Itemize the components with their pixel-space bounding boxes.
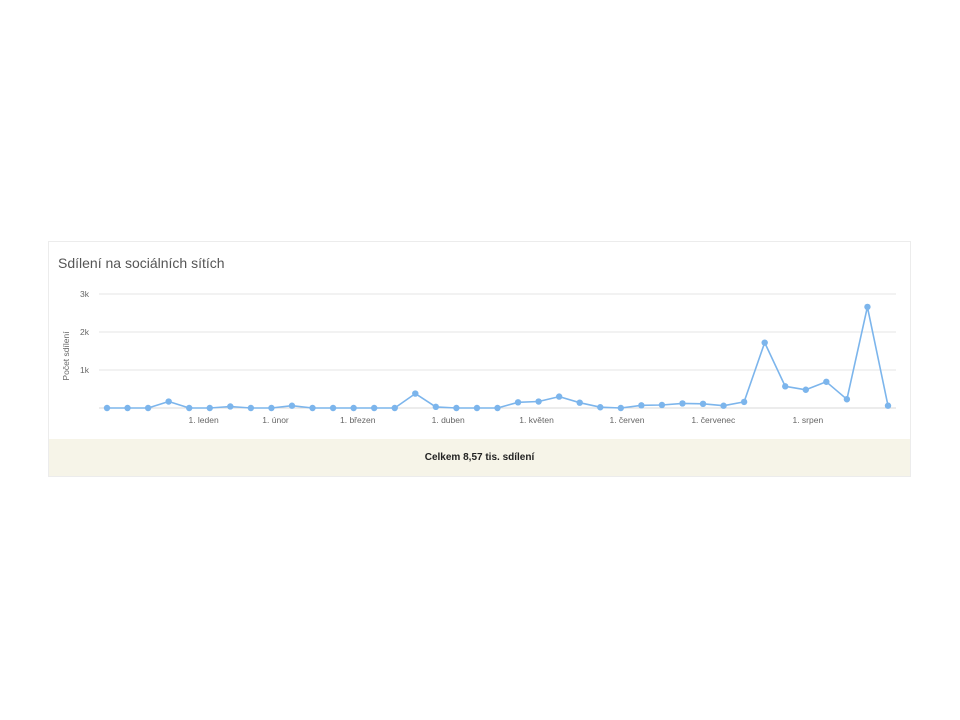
data-point <box>535 398 542 405</box>
x-tick-label: 1. březen <box>340 415 376 425</box>
data-point <box>720 402 727 409</box>
data-point <box>186 404 193 412</box>
x-tick-label: 1. duben <box>432 415 465 425</box>
data-point <box>370 404 378 412</box>
series-line <box>107 306 889 409</box>
data-point <box>638 402 645 409</box>
social-shares-card: Sdílení na sociálních sítích 1k 2k 3k Počet… <box>48 241 911 477</box>
data-point <box>453 404 460 412</box>
data-point <box>288 402 296 409</box>
data-point <box>597 404 604 411</box>
data-point <box>576 399 583 406</box>
data-point <box>165 398 172 405</box>
x-tick-label: 1. leden <box>188 415 219 425</box>
data-point <box>679 400 686 407</box>
data-point <box>761 339 768 346</box>
data-point <box>391 404 398 412</box>
data-point <box>802 386 809 393</box>
data-point <box>494 404 501 412</box>
data-point <box>268 404 275 412</box>
data-point <box>658 401 666 409</box>
chart-footer: Celkem 8,57 tis. sdílení <box>49 439 910 476</box>
data-point <box>309 404 316 412</box>
x-tick-label: 1. srpen <box>792 415 823 425</box>
data-point <box>350 404 357 412</box>
data-point <box>699 400 707 408</box>
data-point <box>555 393 563 400</box>
data-point <box>144 404 152 412</box>
data-point <box>412 390 419 397</box>
y-tick-label: 2k <box>80 327 90 337</box>
data-point <box>206 404 213 412</box>
x-tick-label: 1. únor <box>262 415 289 425</box>
data-point <box>740 398 748 406</box>
data-point <box>514 399 522 406</box>
data-point <box>782 383 789 390</box>
y-tick-label: 3k <box>80 289 90 299</box>
data-point <box>473 404 481 412</box>
data-point <box>247 404 255 412</box>
data-point <box>103 404 111 412</box>
y-tick-label: 1k <box>80 365 90 375</box>
data-point <box>227 403 234 410</box>
y-axis-title: Počet sdílení <box>61 331 71 381</box>
data-point <box>617 404 625 412</box>
data-point <box>884 402 892 409</box>
x-tick-label: 1. červen <box>609 415 644 425</box>
shares-line-chart: 1k 2k 3k Počet sdílení 1. leden 1. únor 1. bře… <box>61 289 896 425</box>
total-shares-text: Celkem 8,57 tis. sdílení <box>424 452 535 463</box>
data-point <box>329 404 337 412</box>
data-point <box>843 396 851 403</box>
x-tick-label: 1. červenec <box>691 415 736 425</box>
data-point <box>124 404 131 412</box>
data-point <box>864 303 871 311</box>
data-point <box>823 378 830 385</box>
data-point <box>432 403 440 411</box>
x-tick-label: 1. květen <box>519 415 554 425</box>
